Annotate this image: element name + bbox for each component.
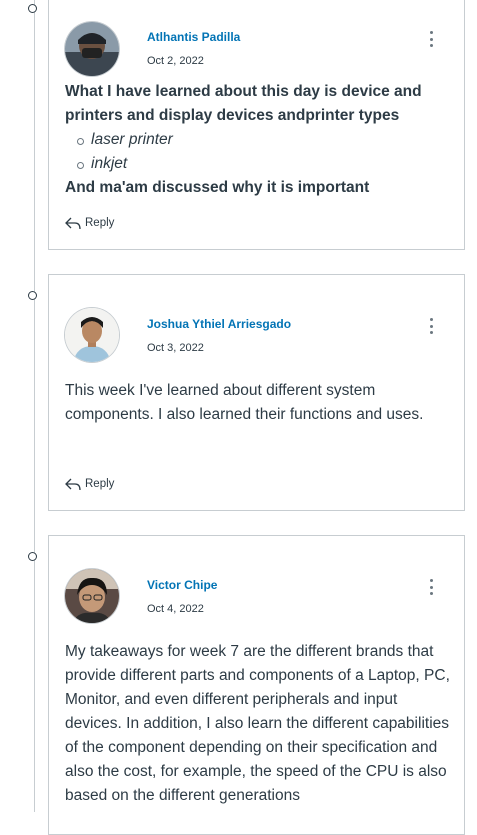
- avatar[interactable]: [65, 22, 119, 76]
- thread-node: [28, 552, 37, 561]
- reply-label: Reply: [85, 478, 115, 490]
- discussion-entry: Atlhantis Padilla Oct 2, 2022 What I hav…: [48, 0, 465, 250]
- discussion-entry: Joshua Ythiel Arriesgado Oct 3, 2022 Thi…: [48, 274, 465, 511]
- author-link[interactable]: Atlhantis Padilla: [147, 30, 240, 44]
- more-options-icon[interactable]: [426, 318, 436, 334]
- more-options-icon[interactable]: [426, 579, 436, 595]
- reply-button[interactable]: Reply: [65, 477, 114, 491]
- message-line: And ma'am discussed why it is important: [65, 179, 370, 196]
- avatar[interactable]: [65, 569, 119, 623]
- thread-node: [28, 4, 37, 13]
- list-item: inkjet: [77, 152, 450, 176]
- list-item: laser printer: [77, 128, 450, 152]
- author-link[interactable]: Victor Chipe: [147, 578, 217, 592]
- post-message: What I have learned about this day is de…: [65, 80, 450, 200]
- post-message: This week I've learned about different s…: [65, 382, 424, 423]
- post-message: My takeaways for week 7 are the differen…: [65, 643, 450, 804]
- author-link[interactable]: Joshua Ythiel Arriesgado: [147, 317, 291, 331]
- reply-icon: [65, 217, 81, 230]
- reply-label: Reply: [85, 217, 115, 229]
- thread-node: [28, 291, 37, 300]
- bullet-list: laser printer inkjet: [65, 128, 450, 176]
- reply-button[interactable]: Reply: [65, 216, 114, 230]
- post-date: Oct 4, 2022: [147, 603, 204, 615]
- more-options-icon[interactable]: [426, 31, 436, 47]
- reply-icon: [65, 478, 81, 491]
- message-line: What I have learned about this day is de…: [65, 83, 422, 124]
- discussion-entry: Victor Chipe Oct 4, 2022 My takeaways fo…: [48, 535, 465, 835]
- post-date: Oct 3, 2022: [147, 342, 204, 354]
- thread-line: [34, 0, 35, 812]
- post-date: Oct 2, 2022: [147, 55, 204, 67]
- avatar[interactable]: [65, 308, 119, 362]
